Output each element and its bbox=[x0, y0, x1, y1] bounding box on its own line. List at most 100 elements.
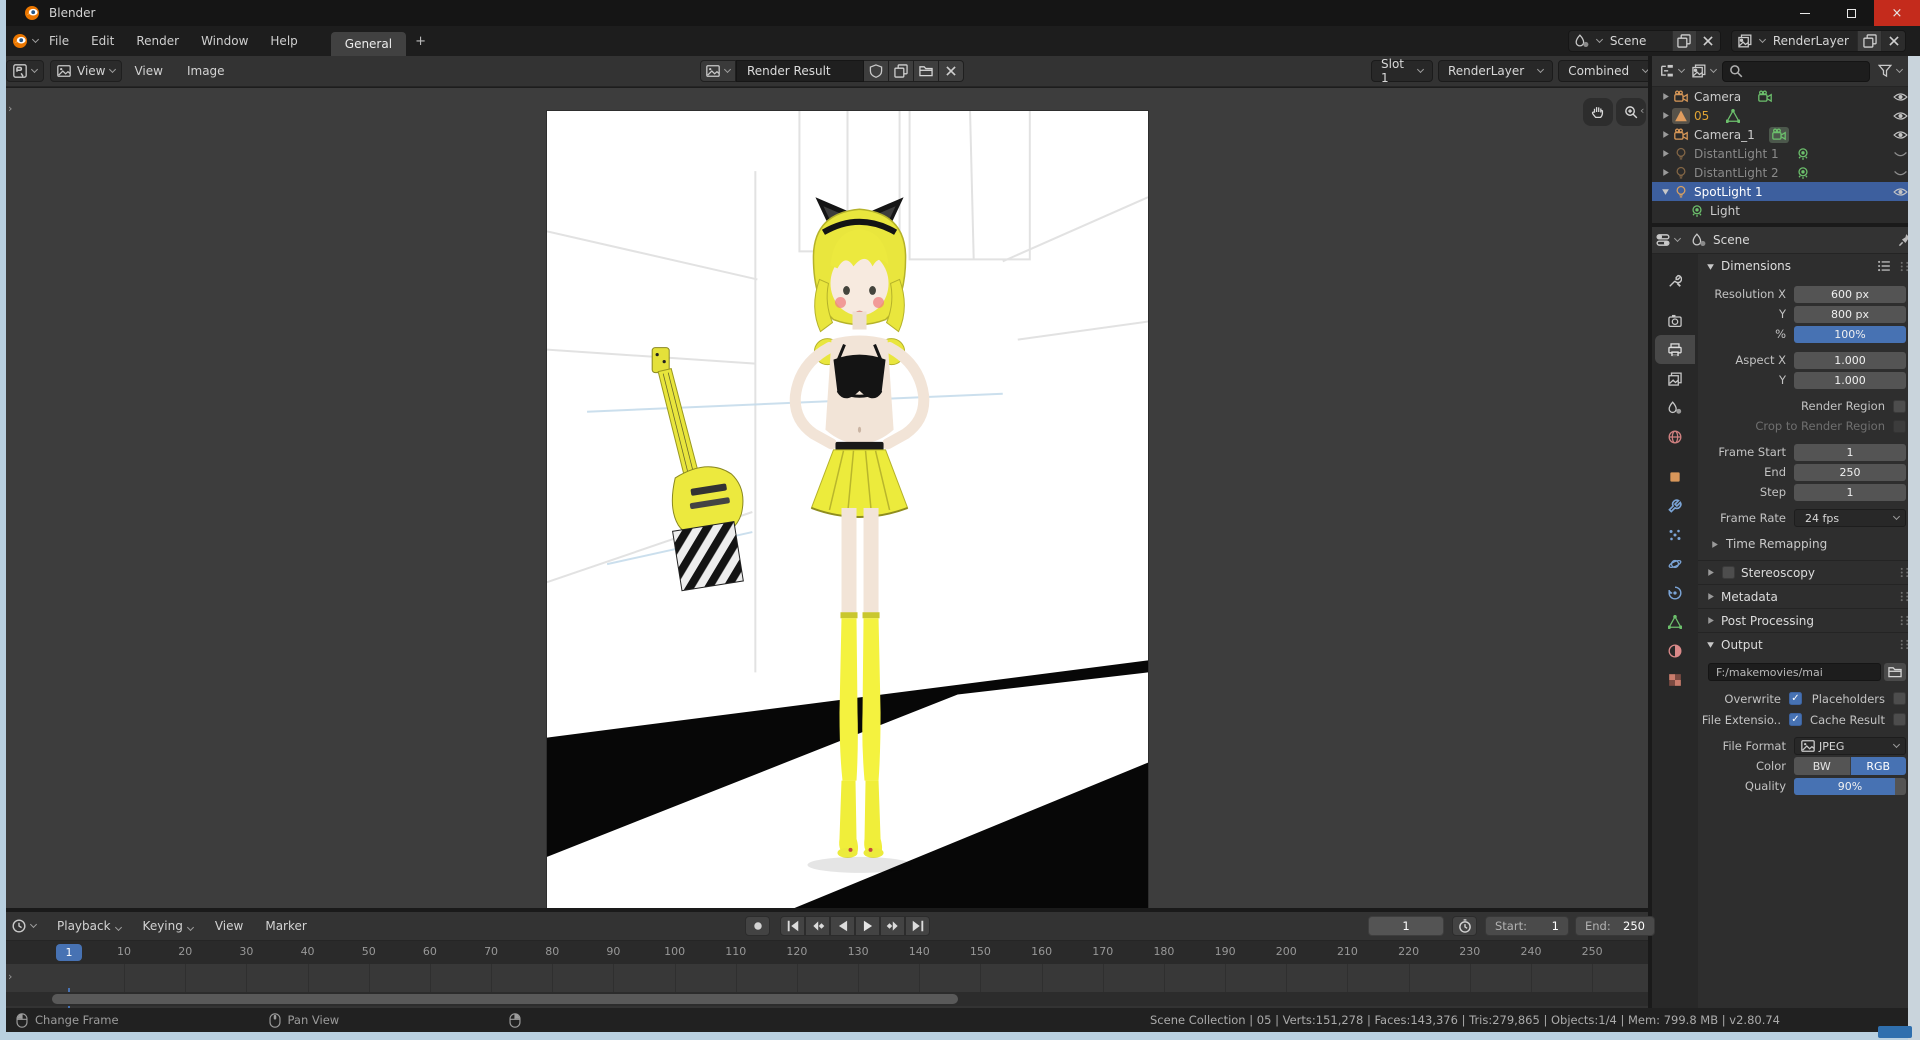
properties-tab-texture[interactable] bbox=[1655, 665, 1695, 694]
pass-dropdown[interactable]: Combined bbox=[1558, 60, 1659, 82]
view-mode-dropdown[interactable]: View bbox=[50, 60, 123, 82]
next-keyframe-button[interactable] bbox=[880, 916, 905, 936]
aspect-y-field[interactable]: 1.000 bbox=[1794, 371, 1906, 389]
toolbar-toggle-arrow[interactable]: › bbox=[8, 102, 12, 115]
outliner-row-light[interactable]: Light bbox=[1652, 201, 1920, 220]
properties-tab-world[interactable] bbox=[1655, 422, 1695, 451]
jump-to-end-button[interactable] bbox=[905, 916, 930, 936]
timeline-ruler[interactable]: 1 10 20 30 40 50 60 70 80 90 100 110 120 130 140 150 16… bbox=[0, 940, 1648, 964]
outliner-display-mode-button[interactable] bbox=[1660, 64, 1686, 78]
slot-dropdown[interactable]: Slot 1 bbox=[1371, 57, 1433, 85]
record-button[interactable] bbox=[745, 916, 770, 936]
image-editor-menu-view[interactable]: View bbox=[122, 64, 174, 78]
frame-start-field[interactable]: 1 bbox=[1794, 443, 1906, 461]
menu-help[interactable]: Help bbox=[259, 30, 308, 52]
cache-result-checkbox[interactable] bbox=[1893, 713, 1906, 726]
frame-end-field[interactable]: 250 bbox=[1794, 463, 1906, 481]
marker-menu[interactable]: Marker bbox=[254, 915, 317, 937]
expand-toggle[interactable] bbox=[1658, 149, 1672, 158]
visibility-eye-closed-icon[interactable] bbox=[1893, 149, 1908, 159]
timeline-channel-toggle-arrow[interactable]: › bbox=[8, 970, 12, 983]
playback-menu[interactable]: Playback bbox=[46, 915, 132, 937]
sidebar-toggle-arrow[interactable]: ‹ bbox=[1640, 104, 1644, 117]
timeline-scrollbar-handle[interactable] bbox=[52, 994, 958, 1004]
resolution-y-field[interactable]: 800 px bbox=[1794, 305, 1906, 323]
visibility-eye-icon[interactable] bbox=[1893, 111, 1908, 121]
properties-tab-particles[interactable] bbox=[1655, 520, 1695, 549]
duplicate-image-button[interactable] bbox=[889, 60, 914, 82]
unlink-image-button[interactable] bbox=[939, 60, 964, 82]
scene-unlink-button[interactable] bbox=[1695, 31, 1720, 51]
browse-output-path-button[interactable] bbox=[1884, 663, 1906, 681]
overwrite-checkbox[interactable]: ✓ bbox=[1789, 692, 1802, 705]
timeline-scrollbar[interactable] bbox=[0, 992, 1648, 1006]
timeline-editor-type-button[interactable] bbox=[12, 919, 38, 933]
outliner-row-camera-1[interactable]: Camera_1 bbox=[1652, 125, 1920, 144]
editor-type-button[interactable] bbox=[6, 60, 44, 82]
panel-post-processing-header[interactable]: Post Processing bbox=[1698, 608, 1920, 632]
time-remapping-subpanel[interactable]: Time Remapping bbox=[1698, 534, 1920, 554]
open-image-button[interactable] bbox=[914, 60, 939, 82]
current-frame-indicator[interactable]: 1 bbox=[56, 944, 82, 961]
properties-tab-object-data[interactable] bbox=[1655, 607, 1695, 636]
image-browse-button[interactable] bbox=[700, 60, 736, 82]
expand-toggle[interactable] bbox=[1658, 187, 1672, 196]
timeline-track-area[interactable]: › bbox=[0, 964, 1648, 1040]
minimize-button[interactable] bbox=[1782, 0, 1828, 26]
output-path-field[interactable]: F:/makemovies/mai bbox=[1708, 663, 1881, 681]
renderlayer-remove-button[interactable] bbox=[1881, 31, 1905, 51]
properties-tab-output[interactable] bbox=[1655, 335, 1695, 364]
properties-editor-type-button[interactable] bbox=[1656, 233, 1682, 247]
render-region-checkbox[interactable] bbox=[1893, 399, 1906, 413]
scene-selector[interactable]: Scene bbox=[1567, 30, 1721, 52]
menu-edit[interactable]: Edit bbox=[80, 30, 125, 52]
visibility-eye-icon[interactable] bbox=[1893, 130, 1908, 140]
outliner-row-distantlight-1[interactable]: DistantLight 1 bbox=[1652, 144, 1920, 163]
panel-stereoscopy-header[interactable]: Stereoscopy bbox=[1698, 560, 1920, 584]
outliner-search[interactable] bbox=[1722, 60, 1870, 82]
current-frame-field[interactable]: 1 bbox=[1368, 916, 1444, 936]
properties-tab-modifiers[interactable] bbox=[1655, 491, 1695, 520]
file-format-dropdown[interactable]: JPEG bbox=[1794, 737, 1906, 755]
layer-dropdown[interactable]: RenderLayer bbox=[1438, 60, 1554, 82]
start-frame-field[interactable]: Start: 1 bbox=[1485, 916, 1569, 936]
maximize-button[interactable] bbox=[1828, 0, 1874, 26]
outliner-row-camera[interactable]: Camera bbox=[1652, 87, 1920, 106]
frame-step-field[interactable]: 1 bbox=[1794, 483, 1906, 501]
aspect-x-field[interactable]: 1.000 bbox=[1794, 351, 1906, 369]
properties-tab-constraints[interactable] bbox=[1655, 578, 1695, 607]
outliner-row-05[interactable]: 05 bbox=[1652, 106, 1920, 125]
presets-icon[interactable] bbox=[1877, 259, 1891, 273]
resolution-percent-slider[interactable]: 100% bbox=[1794, 325, 1906, 343]
jump-to-start-button[interactable] bbox=[780, 916, 805, 936]
properties-tab-render[interactable] bbox=[1655, 306, 1695, 335]
pan-view-button[interactable] bbox=[1583, 98, 1613, 126]
expand-toggle[interactable] bbox=[1658, 168, 1672, 177]
add-workspace-button[interactable]: + bbox=[406, 30, 435, 53]
timeline-view-menu[interactable]: View bbox=[204, 915, 254, 937]
outliner-filter-mode-button[interactable] bbox=[1692, 64, 1718, 78]
placeholders-checkbox[interactable] bbox=[1893, 692, 1906, 705]
prev-keyframe-button[interactable] bbox=[805, 916, 830, 936]
properties-tab-object[interactable] bbox=[1655, 462, 1695, 491]
outliner-row-distantlight-2[interactable]: DistantLight 2 bbox=[1652, 163, 1920, 182]
menu-file[interactable]: File bbox=[38, 30, 80, 52]
crop-region-checkbox[interactable] bbox=[1893, 419, 1906, 433]
expand-toggle[interactable] bbox=[1658, 130, 1672, 139]
properties-tab-view-layer[interactable] bbox=[1655, 364, 1695, 393]
renderlayer-copy-button[interactable] bbox=[1857, 31, 1881, 51]
properties-tab-scene[interactable] bbox=[1655, 393, 1695, 422]
frame-rate-dropdown[interactable]: 24 fps bbox=[1794, 509, 1906, 527]
end-frame-field[interactable]: End: 250 bbox=[1575, 916, 1655, 936]
panel-metadata-header[interactable]: Metadata bbox=[1698, 584, 1920, 608]
color-bw-button[interactable]: BW bbox=[1794, 757, 1850, 775]
fake-user-button[interactable] bbox=[864, 60, 889, 82]
expand-toggle[interactable] bbox=[1658, 111, 1672, 120]
menu-window[interactable]: Window bbox=[190, 30, 259, 52]
properties-tab-material[interactable] bbox=[1655, 636, 1695, 665]
visibility-eye-closed-icon[interactable] bbox=[1893, 168, 1908, 178]
outliner-search-input[interactable] bbox=[1748, 63, 1858, 79]
expand-toggle[interactable] bbox=[1658, 92, 1672, 101]
visibility-eye-icon[interactable] bbox=[1893, 187, 1908, 197]
blender-menu-button[interactable] bbox=[12, 33, 40, 49]
